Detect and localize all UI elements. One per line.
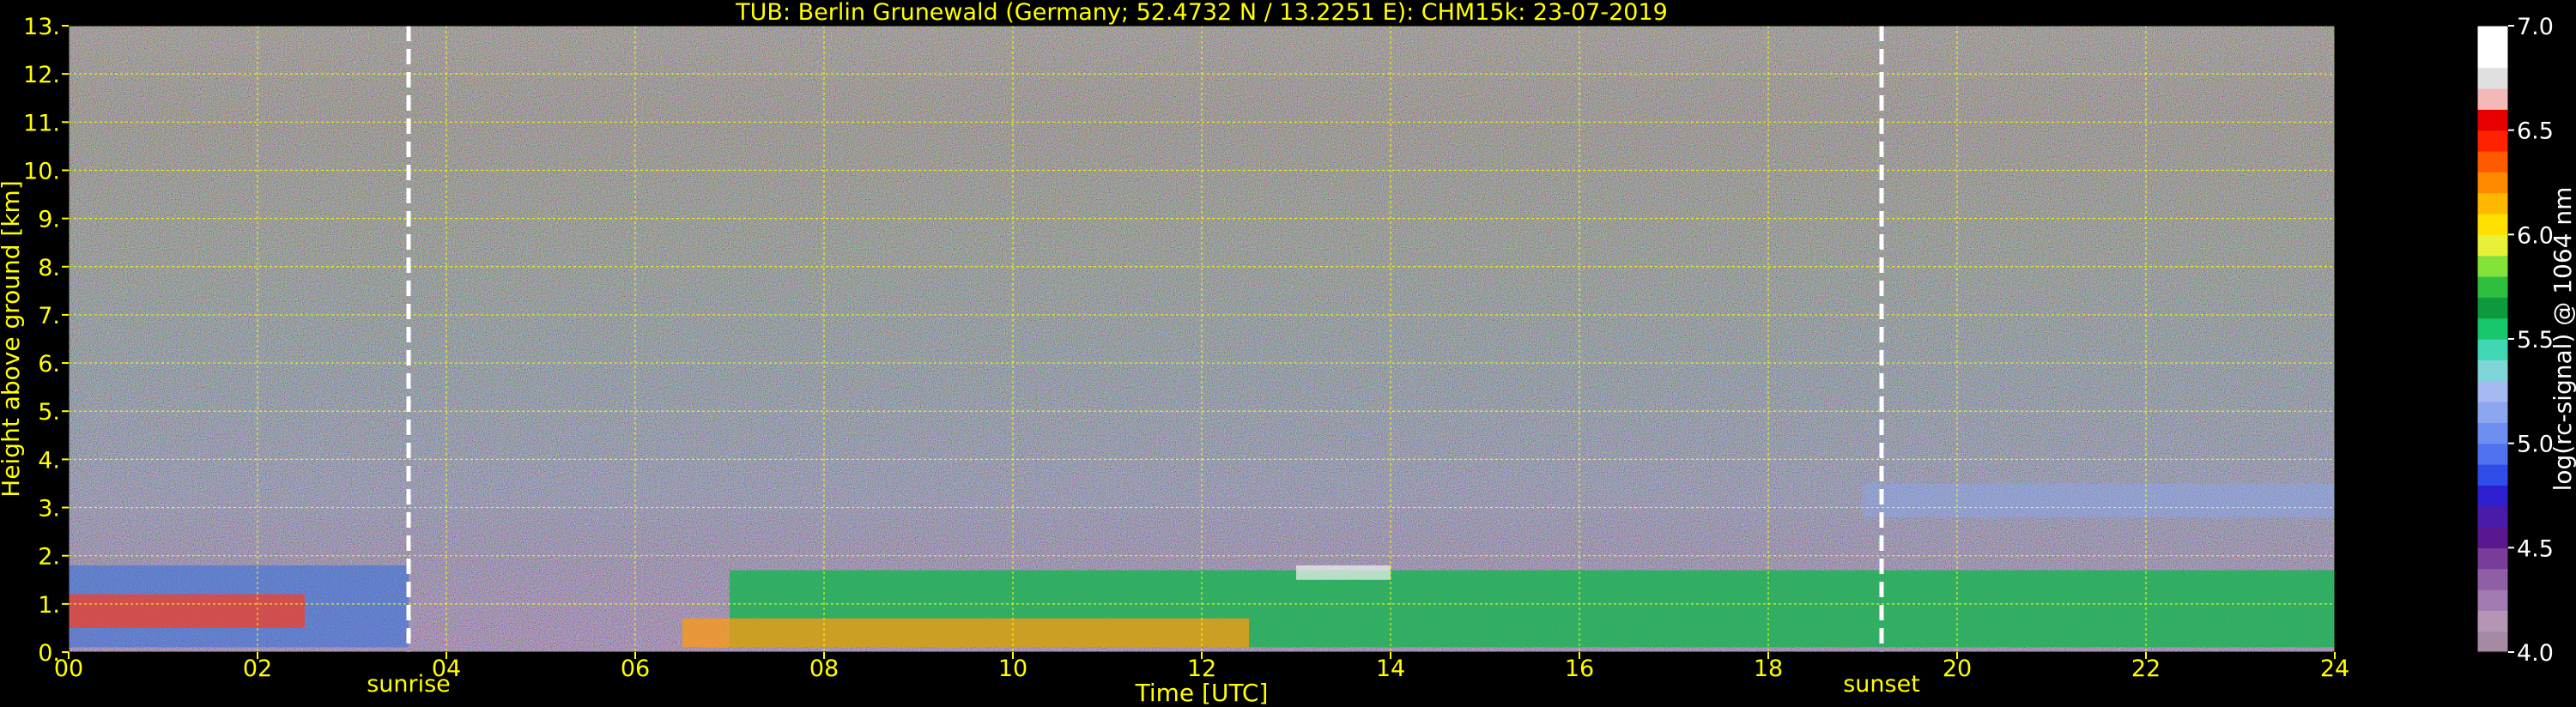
y-tick-label: 5. (38, 399, 60, 426)
plot-area (69, 26, 2335, 652)
x-tick-label: 24 (2320, 656, 2349, 682)
ceilometer-figure: TUB: Berlin Grunewald (Germany; 52.4732 … (0, 0, 2576, 707)
layer-3 (1863, 483, 2335, 517)
colorbar-segment (2477, 610, 2508, 632)
x-tick-label: 08 (809, 656, 839, 682)
y-tick-label: 10. (23, 158, 60, 184)
colorbar-segment (2477, 172, 2508, 194)
x-tick-label: 14 (1376, 656, 1405, 682)
colorbar-segment (2477, 380, 2508, 402)
y-axis: 0.1.2.3.4.5.6.7.8.9.10.11.12.13. (23, 14, 69, 667)
colorbar-segment (2477, 109, 2508, 131)
colorbar-segment (2477, 589, 2508, 611)
colorbar-segment (2477, 255, 2508, 277)
colorbar-tick-label: 4.0 (2517, 640, 2554, 667)
x-tick-label: 00 (54, 656, 83, 682)
y-tick-label: 13. (23, 14, 60, 40)
colorbar-segment (2477, 568, 2508, 590)
colorbar-segment (2477, 527, 2508, 548)
y-tick-label: 12. (23, 62, 60, 88)
colorbar-segment (2477, 88, 2508, 110)
x-tick-label: 10 (998, 656, 1027, 682)
chart-title-group: TUB: Berlin Grunewald (Germany; 52.4732 … (735, 0, 1668, 26)
colorbar-segment (2477, 26, 2508, 47)
x-tick-label: 20 (1943, 656, 1972, 682)
x-tick-label: 06 (621, 656, 650, 682)
colorbar-tick-label: 6.5 (2517, 118, 2554, 145)
sunrise-label: sunrise (367, 671, 451, 698)
colorbar-segment (2477, 402, 2508, 423)
colorbar-tick-label: 4.5 (2517, 535, 2554, 562)
colorbar-segment (2477, 422, 2508, 444)
colorbar-segment (2477, 297, 2508, 319)
colorbar-segment (2477, 130, 2508, 152)
colorbar-segment (2477, 631, 2508, 653)
y-axis-label: Height above ground [km] (0, 180, 25, 498)
colorbar-segment (2477, 214, 2508, 235)
colorbar-segment (2477, 339, 2508, 360)
colorbar: 4.04.55.05.56.06.57.0 (2476, 14, 2554, 667)
colorbar-segment (2477, 360, 2508, 382)
colorbar-segment (2477, 505, 2508, 528)
y-tick-label: 4. (38, 447, 60, 474)
colorbar-segment (2477, 276, 2508, 298)
y-tick-label: 1. (38, 592, 60, 619)
x-tick-label: 02 (243, 656, 272, 682)
y-tick-label: 7. (38, 303, 60, 329)
layer-growth-warm (682, 618, 1249, 648)
colorbar-segment (2477, 192, 2508, 215)
colorbar-segment (2477, 547, 2508, 570)
x-tick-label: 18 (1754, 656, 1783, 682)
chart-title: TUB: Berlin Grunewald (Germany; 52.4732 … (735, 0, 1668, 26)
colorbar-segment (2477, 234, 2508, 257)
x-tick-label: 22 (2131, 656, 2161, 682)
y-tick-label: 6. (38, 351, 60, 378)
layer-morning-warm (69, 594, 305, 628)
colorbar-segment (2477, 151, 2508, 172)
colorbar-tick-label: 7.0 (2517, 14, 2554, 40)
colorbar-segment (2477, 317, 2508, 340)
y-tick-label: 11. (23, 110, 60, 136)
y-tick-label: 8. (38, 255, 60, 281)
y-tick-label: 3. (38, 496, 60, 523)
layer-2 (1296, 565, 1391, 580)
colorbar-segment (2477, 67, 2508, 89)
colorbar-label: log(rc-signal) @ 1064 nm (2549, 187, 2576, 492)
sunset-label: sunset (1843, 671, 1920, 698)
colorbar-segment (2477, 46, 2508, 69)
colorbar-segment (2477, 485, 2508, 507)
x-axis-label: Time [UTC] (1135, 679, 1269, 707)
x-tick-label: 16 (1565, 656, 1594, 682)
y-tick-label: 9. (38, 207, 60, 233)
y-tick-label: 2. (38, 544, 60, 571)
colorbar-segment (2477, 443, 2508, 465)
colorbar-segment (2477, 464, 2508, 486)
